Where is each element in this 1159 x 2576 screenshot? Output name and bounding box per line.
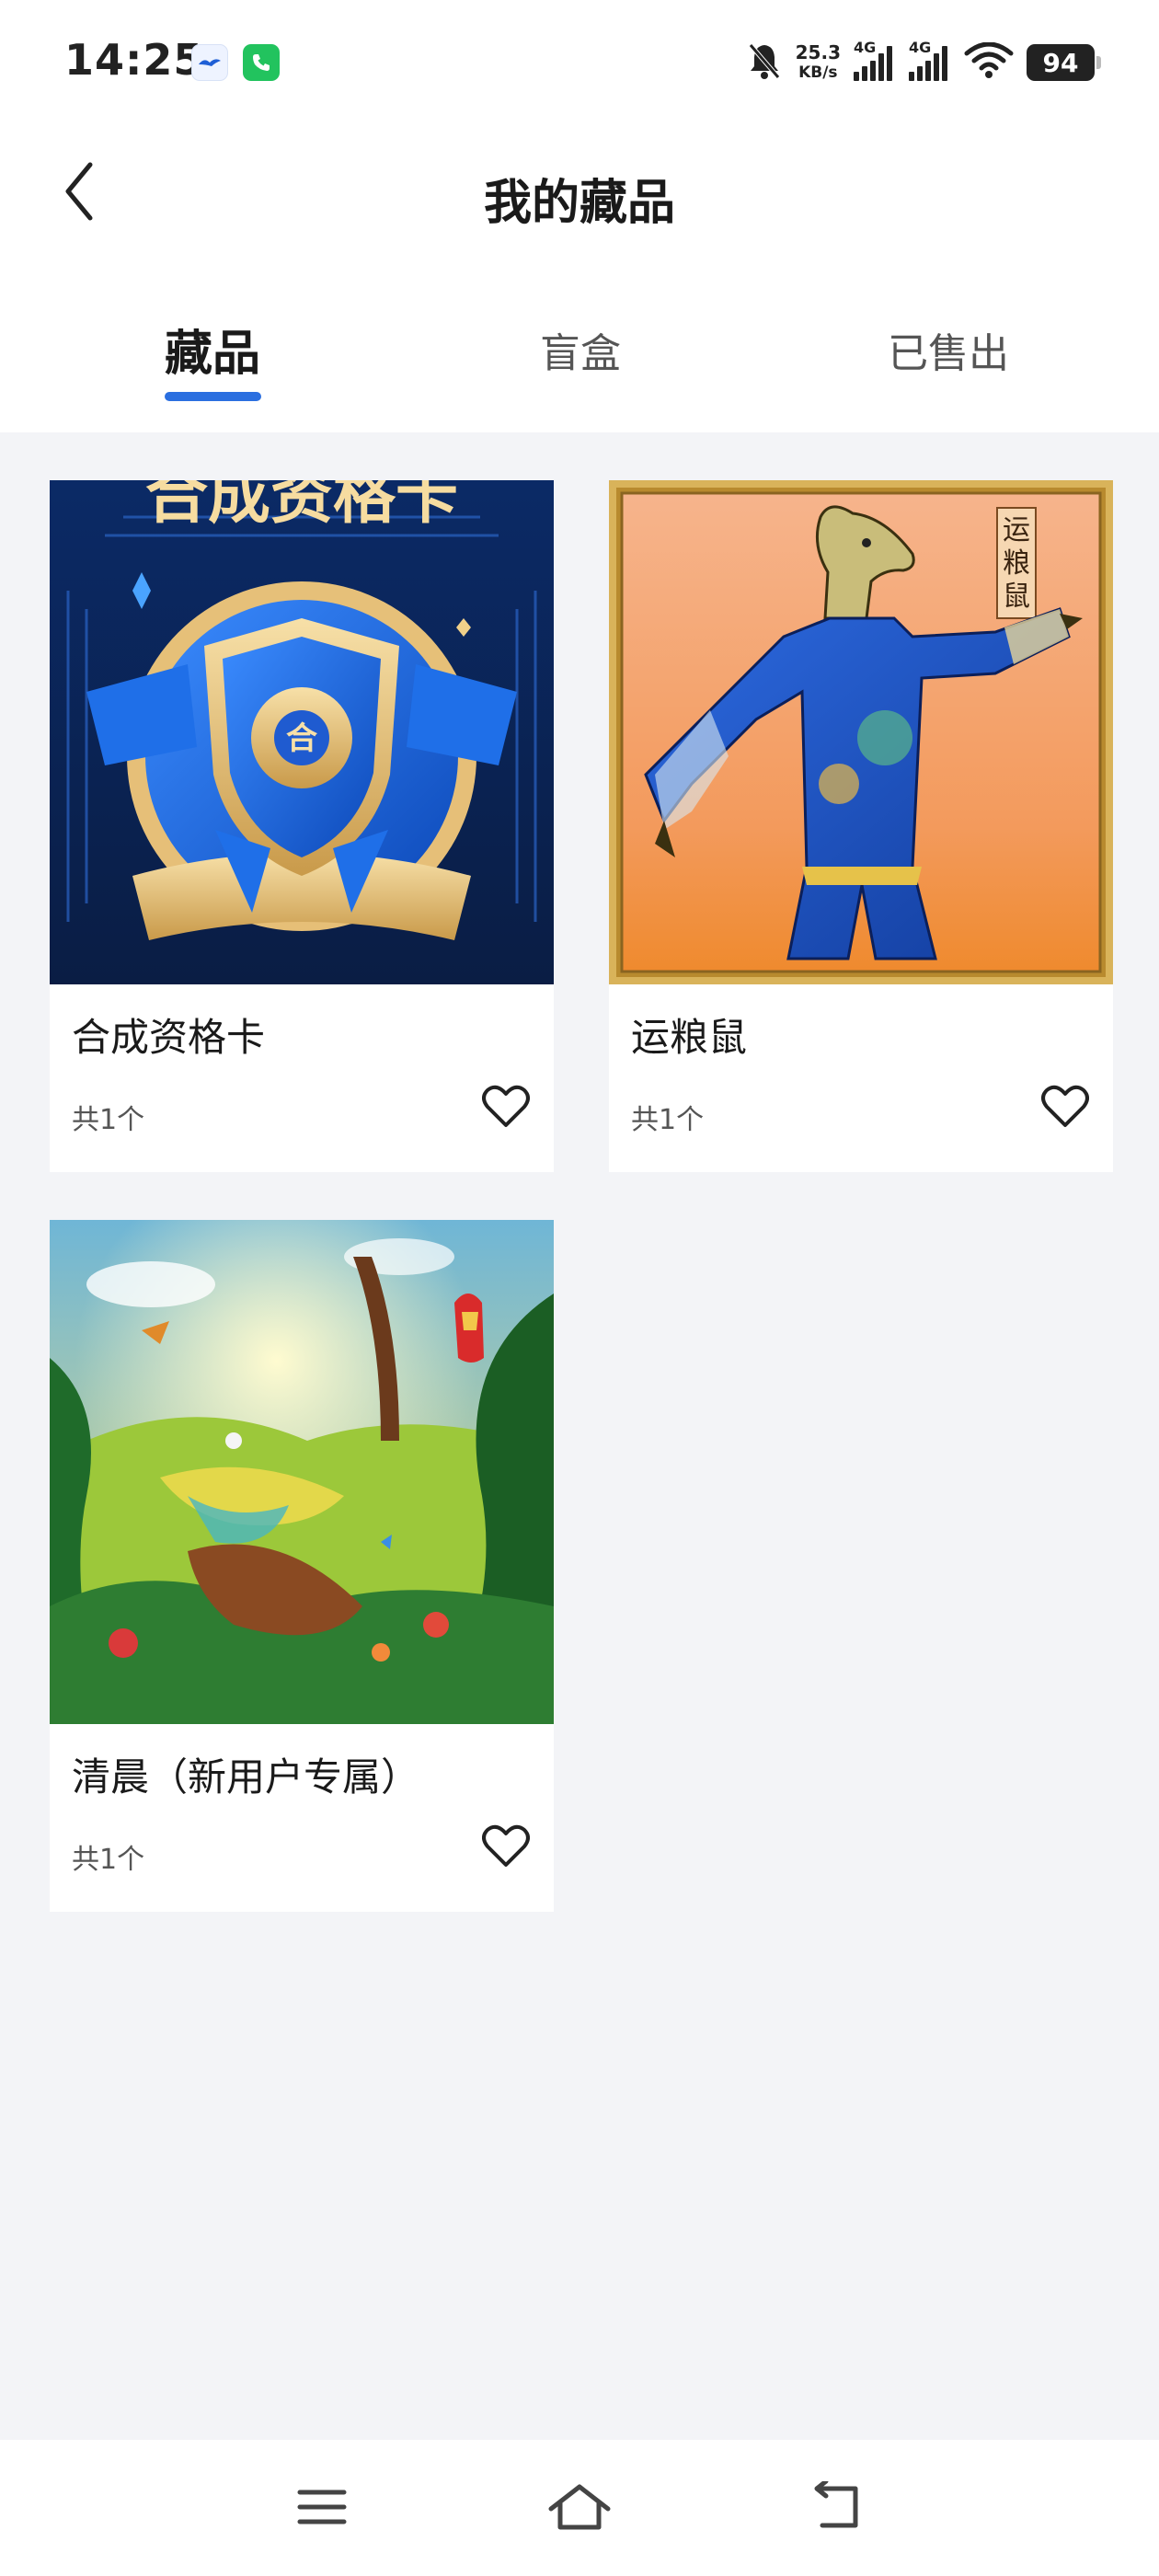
status-indicators: 25.3 KB/s 4G 4G 94 bbox=[746, 37, 1101, 88]
signal-icon: 4G bbox=[909, 39, 951, 81]
net-speed-unit: KB/s bbox=[798, 63, 838, 82]
phone-app-icon bbox=[243, 44, 280, 81]
collection-count: 共1个 bbox=[72, 1844, 145, 1876]
back-nav-button[interactable] bbox=[796, 2467, 878, 2550]
bird-app-icon bbox=[191, 44, 228, 81]
net-speed: 25.3 KB/s bbox=[796, 42, 841, 83]
collection-card[interactable]: 运粮鼠 运粮鼠 共1个 bbox=[609, 480, 1113, 1172]
svg-text:合: 合 bbox=[286, 720, 317, 757]
collection-image-grain-mouse: 运粮鼠 bbox=[609, 480, 1113, 984]
tab-collection[interactable]: 藏品 bbox=[75, 304, 350, 405]
signal-icon: 4G bbox=[854, 39, 896, 81]
status-time: 14:25 bbox=[64, 35, 204, 85]
collection-card[interactable]: 合 合成资格卡 合成资格卡 共1个 bbox=[50, 480, 554, 1172]
tab-bar: 藏品 盲盒 已售出 bbox=[0, 304, 1159, 414]
net-speed-value: 25.3 bbox=[795, 41, 841, 63]
heart-icon bbox=[482, 1824, 530, 1872]
collection-name: 清晨（新用户专属） bbox=[72, 1754, 420, 1800]
heart-icon bbox=[1041, 1085, 1089, 1133]
favorite-button[interactable] bbox=[480, 1823, 532, 1874]
collection-card[interactable]: 清晨（新用户专属） 共1个 bbox=[50, 1220, 554, 1912]
battery-level: 94 bbox=[1042, 47, 1079, 78]
menu-icon bbox=[296, 2487, 348, 2531]
collection-name: 运粮鼠 bbox=[631, 1015, 748, 1060]
home-icon bbox=[547, 2481, 612, 2536]
collection-image-qualification-card: 合 合成资格卡 bbox=[50, 480, 554, 984]
favorite-button[interactable] bbox=[480, 1083, 532, 1134]
image-caption-text: 合成资格卡 bbox=[145, 480, 458, 533]
menu-button[interactable] bbox=[281, 2467, 363, 2550]
image-caption-text: 运粮鼠 bbox=[1003, 514, 1030, 613]
battery-icon: 94 bbox=[1027, 44, 1101, 81]
collection-name: 合成资格卡 bbox=[72, 1015, 266, 1060]
heart-icon bbox=[482, 1085, 530, 1133]
page-title: 我的藏品 bbox=[483, 176, 675, 231]
collection-count: 共1个 bbox=[72, 1104, 145, 1136]
bell-muted-icon bbox=[746, 40, 783, 85]
signal-label: 4G bbox=[909, 39, 932, 56]
status-bar: 14:25 25.3 KB/s 4G 4G 94 bbox=[0, 0, 1159, 129]
collection-image-morning bbox=[50, 1220, 554, 1724]
tab-blind-box[interactable]: 盲盒 bbox=[442, 304, 718, 405]
signal-label: 4G bbox=[854, 39, 877, 56]
active-tab-indicator bbox=[165, 392, 261, 401]
system-nav-bar bbox=[0, 2440, 1159, 2576]
tab-sold[interactable]: 已售出 bbox=[810, 304, 1086, 405]
favorite-button[interactable] bbox=[1039, 1083, 1091, 1134]
home-button[interactable] bbox=[538, 2467, 621, 2550]
wifi-icon bbox=[964, 41, 1014, 83]
collection-count: 共1个 bbox=[631, 1104, 705, 1136]
back-arrow-icon bbox=[809, 2478, 865, 2536]
